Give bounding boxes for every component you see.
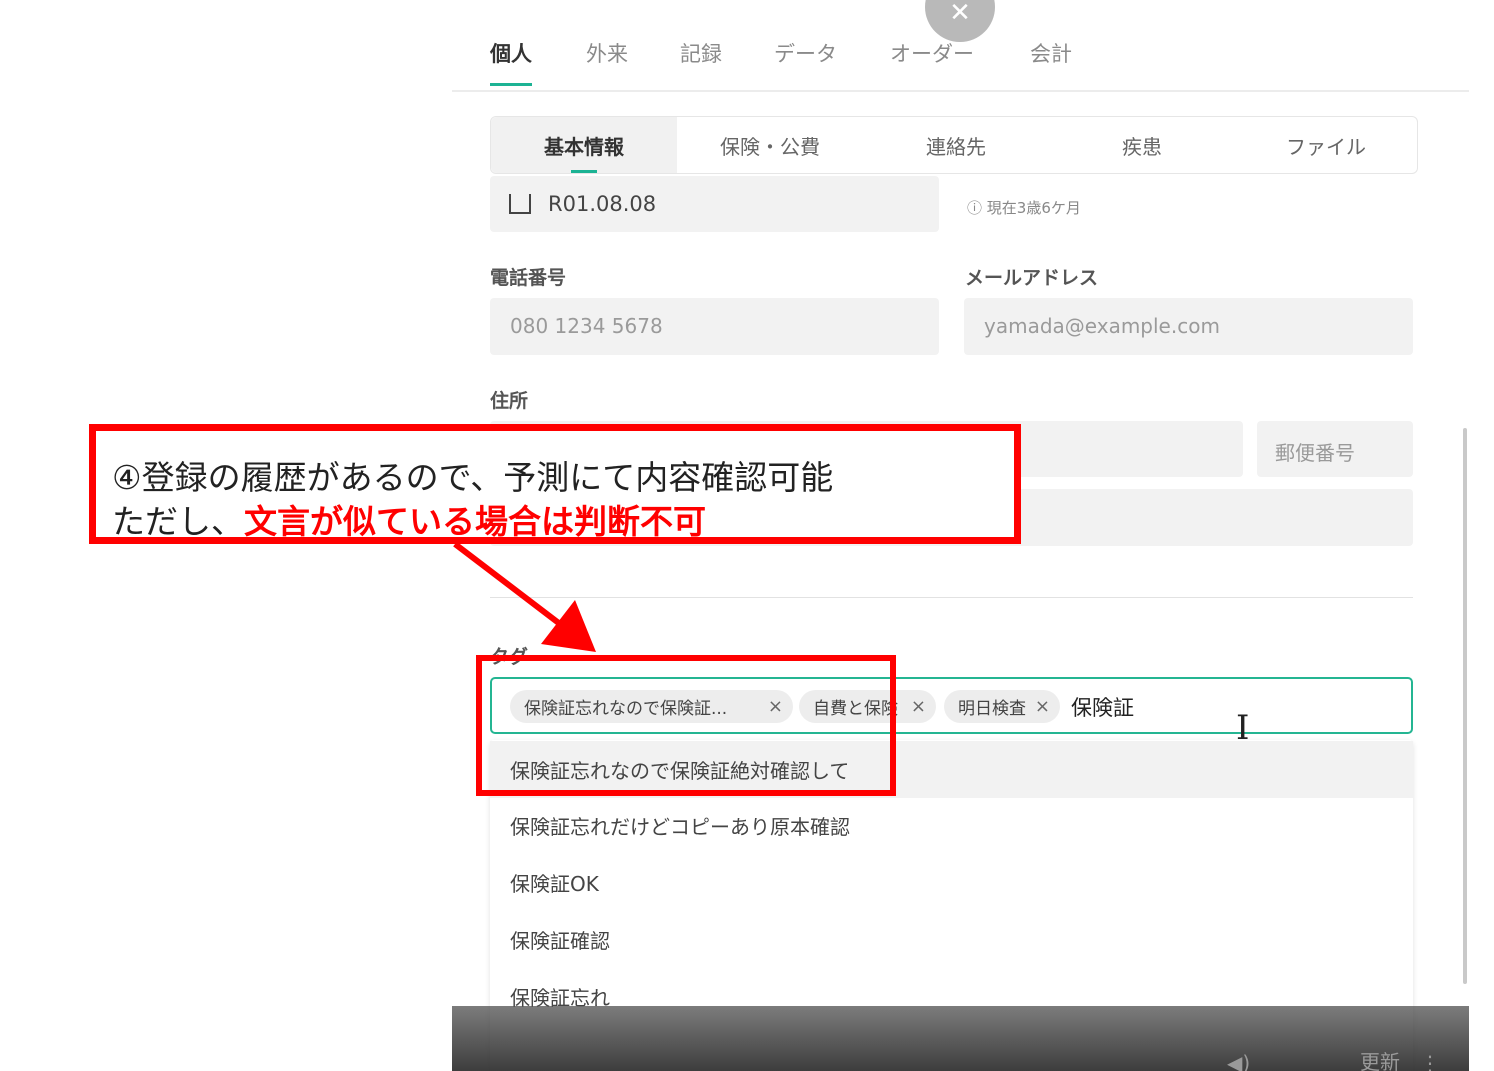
calendar-icon [509, 194, 531, 214]
phone-label: 電話番号 [490, 267, 567, 289]
phone-placeholder: 080 1234 5678 [510, 314, 663, 338]
subtab-files[interactable]: ファイル [1235, 117, 1417, 173]
tab-data[interactable]: データ [774, 38, 837, 68]
email-field[interactable]: yamada@example.com [964, 298, 1413, 355]
phone-field[interactable]: 080 1234 5678 [490, 298, 939, 355]
tag-chip-label: 明日検査 [958, 699, 1026, 719]
bottom-bar: ◀) 更新 ⋮ [452, 1006, 1469, 1071]
volume-icon[interactable]: ◀) [1227, 1051, 1250, 1071]
tab-records[interactable]: 記録 [680, 38, 722, 68]
chip-close-icon[interactable]: × [911, 696, 926, 717]
subtab-basic-info[interactable]: 基本情報 [491, 117, 677, 173]
age-note: ⓘ 現在3歳6ケ月 [967, 199, 1081, 217]
main-tab-bar: 個人 外来 記録 データ オーダー 会計 [452, 24, 1469, 92]
suggestion-item[interactable]: 保険証確認 [490, 911, 1413, 968]
tab-outpatient[interactable]: 外来 [586, 38, 628, 68]
annotation-line2: ただし、文言が似ている場合は判断不可 [112, 495, 706, 543]
annotation-prefix: ただし、 [112, 502, 244, 541]
address-label: 住所 [490, 390, 529, 412]
chip-close-icon[interactable]: × [1035, 696, 1050, 717]
subtab-label: 基本情報 [544, 134, 624, 159]
birthdate-value: R01.08.08 [548, 192, 657, 216]
suggestion-item[interactable]: 保険証OK [490, 854, 1413, 911]
postal-code-field[interactable]: 郵便番号 [1257, 421, 1413, 477]
active-tab-indicator [571, 170, 597, 173]
tag-chip[interactable]: 明日検査 × [944, 690, 1060, 723]
subtab-diseases[interactable]: 疾患 [1049, 117, 1235, 173]
divider [490, 597, 1413, 598]
annotation-highlight [476, 655, 896, 796]
tab-personal[interactable]: 個人 [490, 38, 532, 86]
scrollbar[interactable] [1463, 428, 1467, 984]
tab-billing[interactable]: 会計 [1030, 38, 1072, 68]
annotation-callout: ④登録の履歴があるので、予測にて内容確認可能 ただし、文言が似ている場合は判断不… [89, 424, 1021, 544]
email-placeholder: yamada@example.com [984, 314, 1220, 338]
subtab-contacts[interactable]: 連絡先 [863, 117, 1049, 173]
tag-typed-text: 保険証 [1071, 696, 1134, 720]
annotation-line1: ④登録の履歴があるので、予測にて内容確認可能 [112, 458, 834, 497]
suggestion-item[interactable]: 保険証忘れだけどコピーあり原本確認 [490, 797, 1413, 854]
sub-tab-bar: 基本情報 保険・公費 連絡先 疾患 ファイル [490, 116, 1418, 174]
tab-orders[interactable]: オーダー [890, 38, 974, 68]
subtab-insurance[interactable]: 保険・公費 [677, 117, 863, 173]
postal-placeholder: 郵便番号 [1275, 441, 1355, 465]
more-vertical-icon[interactable]: ⋮ [1420, 1051, 1440, 1071]
update-button[interactable]: 更新 [1360, 1046, 1400, 1071]
email-label: メールアドレス [965, 267, 1099, 289]
text-cursor-icon: I [1236, 708, 1250, 748]
annotation-emphasis: 文言が似ている場合は判断不可 [244, 502, 706, 541]
